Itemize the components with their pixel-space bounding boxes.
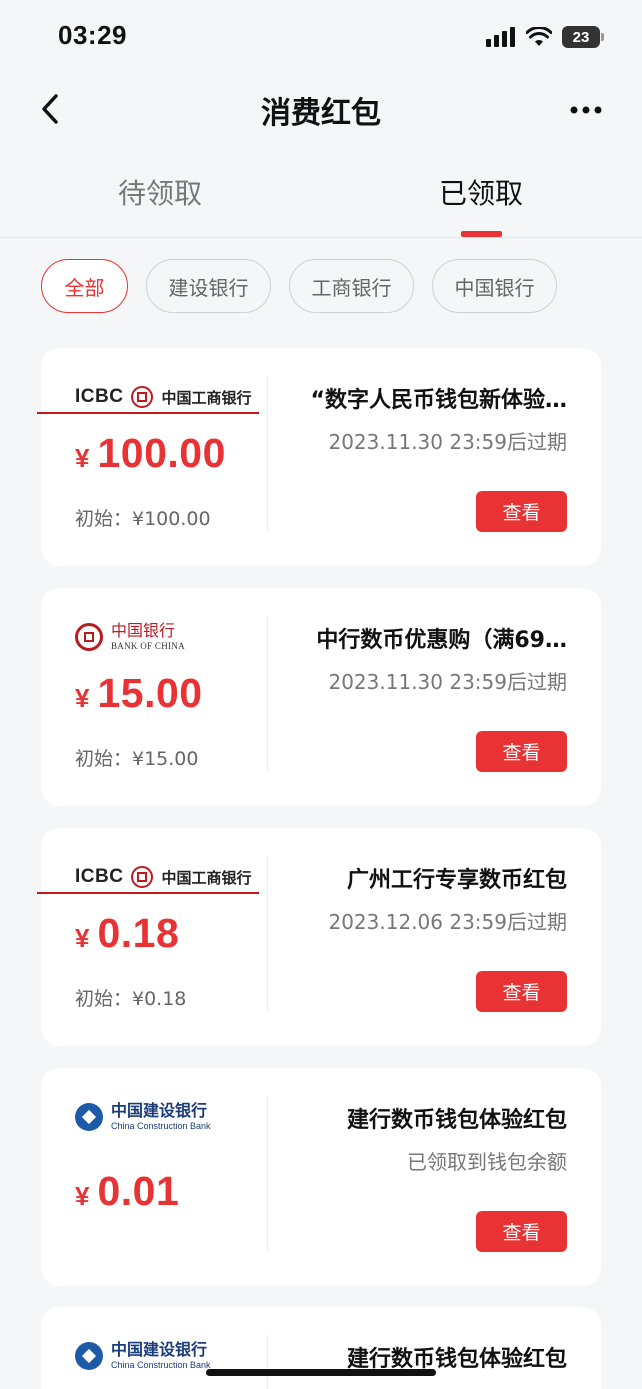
coupon-card: 中国建设银行 China Construction Bank ¥ 0.01 建行… [41, 1068, 601, 1286]
page-title: 消费红包 [261, 96, 381, 131]
ccb-logo: 中国建设银行 China Construction Bank [75, 1102, 211, 1132]
boc-logo: 中国银行 BANK OF CHINA [75, 622, 185, 652]
coupon-card: ICBC 中国工商银行 ¥ 100.00 初始：¥100.00 “数字人民币钱包… [37, 348, 601, 566]
logo-en: ICBC [75, 386, 124, 407]
signal-icon [486, 27, 515, 47]
status-bar: 03:29 23 [0, 0, 642, 72]
divider [267, 376, 268, 530]
status-icons: 23 [486, 24, 604, 50]
amount: ¥ 0.18 [75, 910, 179, 957]
original-amount: 初始：¥0.18 [75, 988, 187, 1010]
view-button[interactable]: 查看 [476, 731, 567, 772]
icbc-emblem-icon [131, 866, 154, 888]
filter-ccb[interactable]: 建设银行 [146, 259, 271, 313]
card-left: ICBC 中国工商银行 ¥ 0.18 初始：¥0.18 [37, 828, 267, 1046]
expiry-text: 2023.12.06 23:59后过期 [328, 910, 567, 934]
card-title: 建行数币钱包体验红包 [346, 1108, 567, 1133]
amount-value: 15.00 [97, 670, 203, 716]
amount: ¥ 0.01 [75, 1168, 179, 1215]
coupon-card: 中国建设银行 China Construction Bank 建行数币钱包体验红… [41, 1307, 601, 1389]
card-left: 中国建设银行 China Construction Bank ¥ 0.01 [41, 1068, 267, 1286]
battery-icon: 23 [562, 26, 604, 48]
nav-bar: 消费红包 [0, 72, 642, 148]
coupon-card: ICBC 中国工商银行 ¥ 0.18 初始：¥0.18 广州工行专享数币红包 2… [37, 828, 601, 1046]
original-amount: 初始：¥15.00 [75, 748, 199, 770]
tab-bar: 待领取 已领取 [0, 148, 642, 238]
boc-emblem-icon [75, 623, 103, 651]
card-left: ICBC 中国工商银行 ¥ 100.00 初始：¥100.00 [37, 348, 267, 566]
card-title: 广州工行专享数币红包 [346, 868, 567, 893]
currency-symbol: ¥ [75, 443, 90, 473]
status-time: 03:29 [58, 20, 127, 50]
tab-pending[interactable]: 待领取 [80, 172, 240, 212]
expiry-text: 2023.11.30 23:59后过期 [328, 430, 567, 454]
ccb-logo: 中国建设银行 China Construction Bank [75, 1341, 211, 1371]
currency-symbol: ¥ [75, 923, 90, 953]
divider [267, 856, 268, 1010]
logo-en: ICBC [75, 866, 124, 887]
amount-value: 0.01 [97, 1168, 180, 1214]
coupon-card: 中国银行 BANK OF CHINA ¥ 15.00 初始：¥15.00 中行数… [41, 588, 601, 806]
more-icon [570, 106, 602, 114]
ccb-emblem-icon [75, 1342, 103, 1370]
logo-cn: 中国银行 [111, 621, 176, 640]
divider [267, 616, 268, 770]
view-button[interactable]: 查看 [476, 491, 567, 532]
original-amount: 初始：¥100.00 [75, 508, 211, 530]
logo-cn: 中国工商银行 [37, 388, 260, 414]
home-indicator [206, 1369, 436, 1376]
logo-cn: 中国建设银行 [111, 1340, 208, 1359]
logo-en: China Construction Bank [111, 1360, 211, 1370]
logo-cn: 中国建设银行 [111, 1101, 208, 1120]
amount: ¥ 15.00 [75, 670, 203, 717]
amount-value: 0.18 [97, 910, 180, 956]
wifi-icon [526, 27, 552, 46]
logo-en: BANK OF CHINA [111, 641, 185, 651]
amount-value: 100.00 [97, 430, 226, 476]
view-button[interactable]: 查看 [476, 1211, 567, 1252]
currency-symbol: ¥ [75, 1181, 90, 1211]
card-title: “数字人民币钱包新体验… [310, 388, 567, 413]
card-title: 中行数币优惠购（满69… [316, 628, 567, 653]
card-left: 中国建设银行 China Construction Bank [41, 1307, 267, 1389]
currency-symbol: ¥ [75, 683, 90, 713]
card-left: 中国银行 BANK OF CHINA ¥ 15.00 初始：¥15.00 [41, 588, 267, 806]
more-button[interactable] [566, 90, 606, 130]
filter-boc[interactable]: 中国银行 [432, 259, 557, 313]
filter-all[interactable]: 全部 [41, 259, 128, 313]
divider [267, 1335, 268, 1389]
icbc-logo: ICBC 中国工商银行 [37, 382, 260, 414]
icbc-emblem-icon [131, 386, 154, 408]
status-text: 已领取到钱包余额 [407, 1150, 567, 1174]
tab-received[interactable]: 已领取 [401, 172, 561, 212]
view-button[interactable]: 查看 [476, 971, 567, 1012]
tab-indicator [461, 231, 502, 237]
amount: ¥ 100.00 [75, 430, 226, 477]
icbc-logo: ICBC 中国工商银行 [37, 862, 260, 894]
logo-cn: 中国工商银行 [37, 868, 260, 894]
logo-en: China Construction Bank [111, 1121, 211, 1131]
ccb-emblem-icon [75, 1103, 103, 1131]
filter-icbc[interactable]: 工商银行 [289, 259, 414, 313]
expiry-text: 2023.11.30 23:59后过期 [328, 670, 567, 694]
divider [267, 1096, 268, 1250]
filter-chips: 全部 建设银行 工商银行 中国银行 [41, 259, 557, 313]
